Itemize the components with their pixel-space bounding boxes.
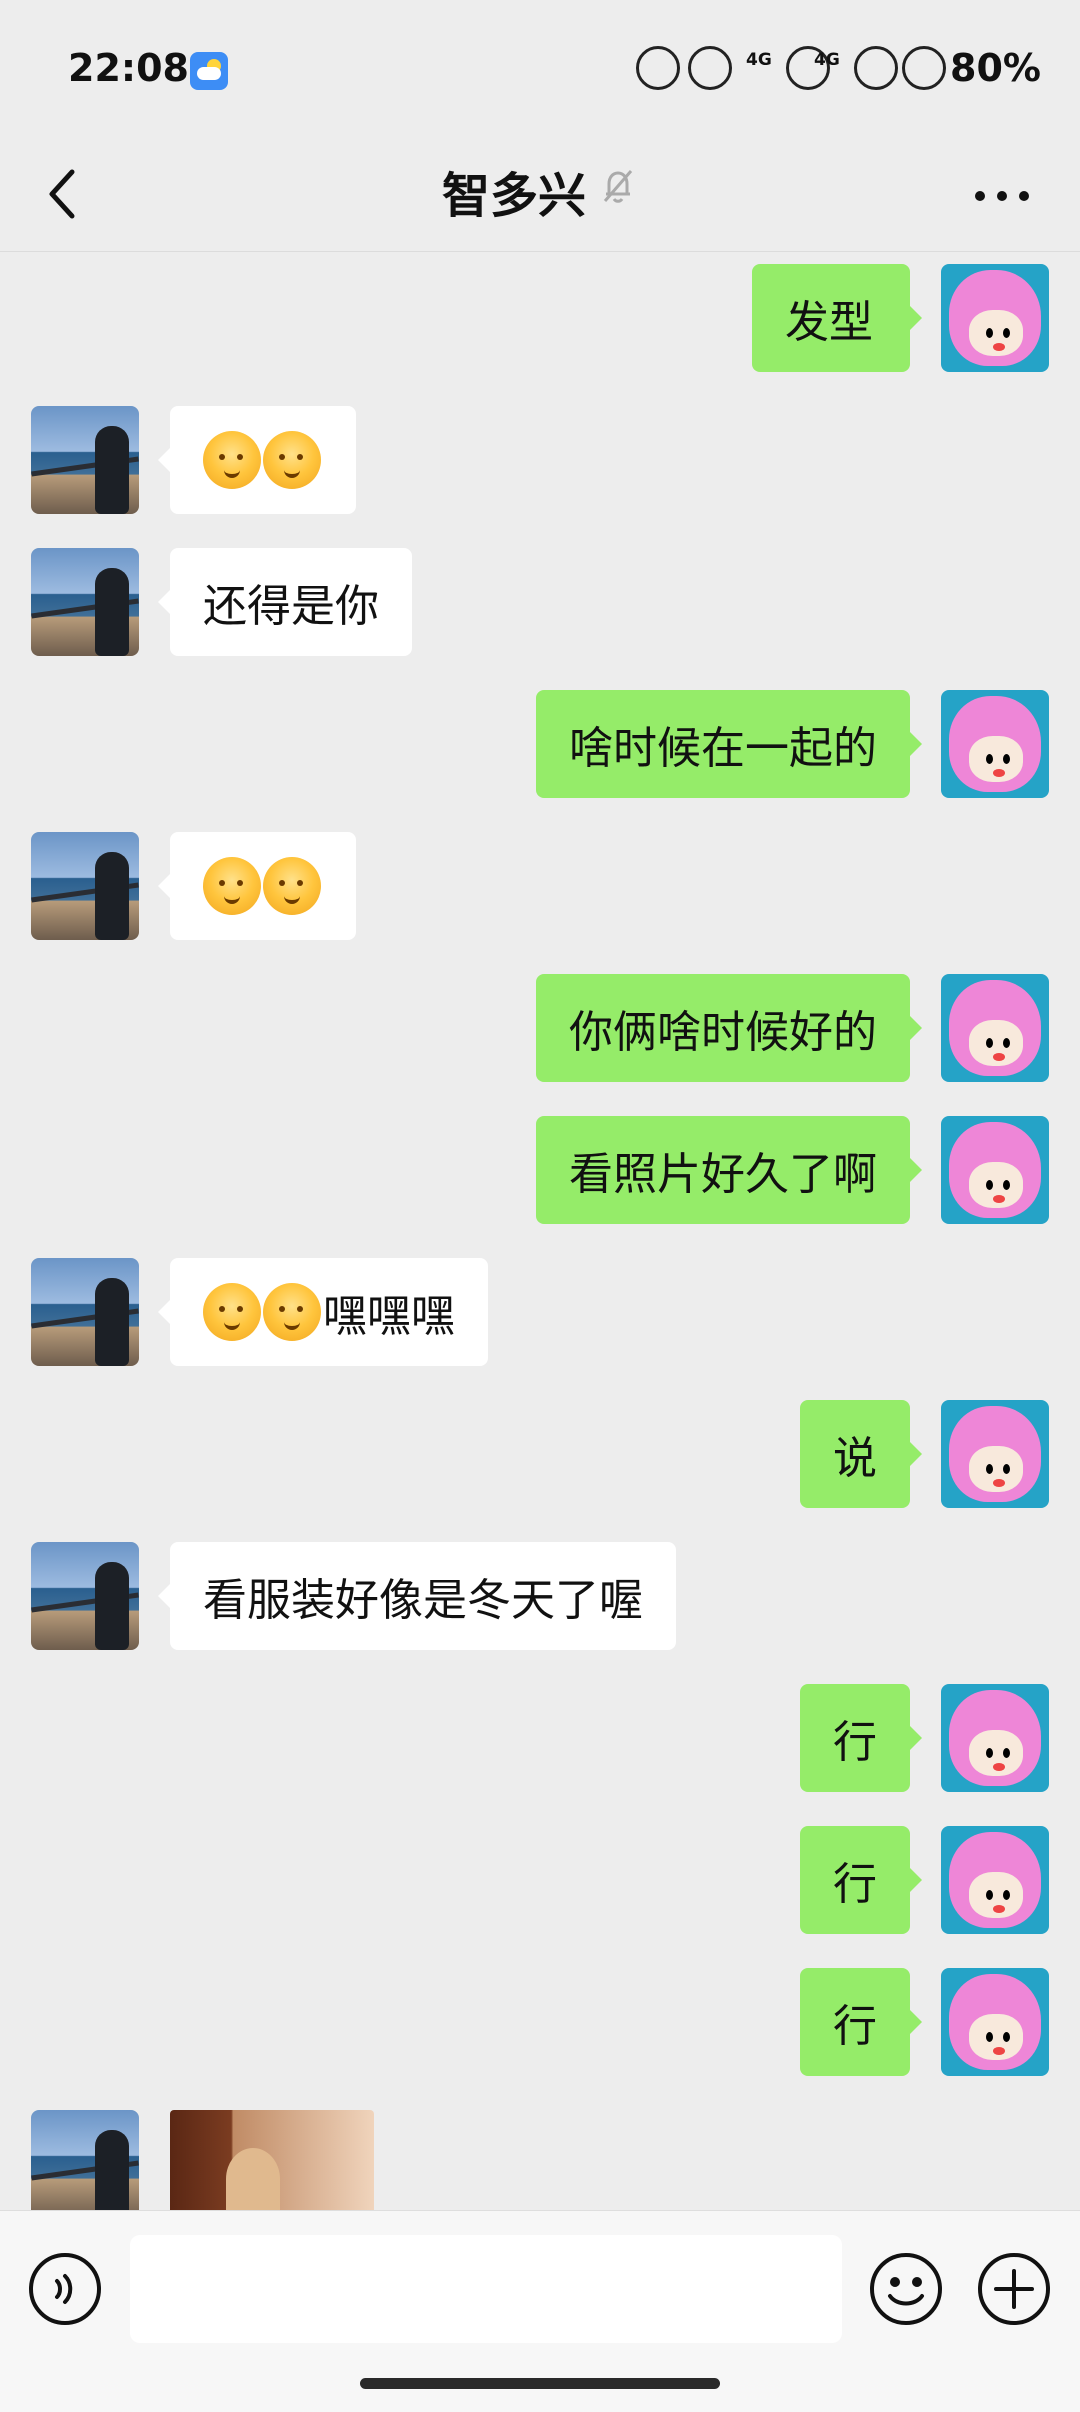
contact-avatar[interactable] — [31, 1258, 139, 1366]
emoji-icon — [263, 857, 321, 915]
my-avatar[interactable] — [941, 974, 1049, 1082]
contact-avatar[interactable] — [31, 406, 139, 514]
emoji-icon — [263, 1283, 321, 1341]
outgoing-message-bubble[interactable]: 发型 — [752, 264, 922, 372]
home-indicator[interactable] — [360, 2378, 720, 2389]
chat-header: 智多兴 — [0, 140, 1080, 252]
cloud-icon — [197, 67, 221, 80]
weather-icon — [190, 52, 228, 90]
incoming-image-message[interactable] — [170, 2110, 374, 2210]
status-bar: 22:08 4G 4G 80% — [0, 0, 1080, 140]
voice-icon — [29, 2253, 101, 2325]
outgoing-message-bubble[interactable]: 看照片好久了啊 — [536, 1116, 922, 1224]
my-avatar[interactable] — [941, 1968, 1049, 2076]
dog-image-thumbnail — [226, 2148, 280, 2210]
message-text: 嘿嘿嘿 — [323, 1291, 455, 1342]
emoji-button[interactable] — [868, 2251, 944, 2327]
plus-button[interactable] — [976, 2251, 1052, 2327]
battery-percentage: 80% — [950, 46, 1041, 90]
emoji-icon — [263, 431, 321, 489]
outgoing-message-bubble[interactable]: 行 — [800, 1684, 922, 1792]
contact-avatar[interactable] — [31, 1542, 139, 1650]
my-avatar[interactable] — [941, 690, 1049, 798]
status-icons: 4G 4G — [636, 44, 946, 92]
battery-icon — [902, 46, 946, 90]
sticker-status-icon — [688, 46, 732, 90]
outgoing-message-bubble[interactable]: 说 — [800, 1400, 922, 1508]
signal-icon — [854, 46, 898, 90]
incoming-message-bubble[interactable]: 看服装好像是冬天了喔 — [158, 1542, 676, 1650]
contact-avatar[interactable] — [31, 2110, 139, 2218]
outgoing-message-bubble[interactable]: 啥时候在一起的 — [536, 690, 922, 798]
sticker-status-icon — [636, 46, 680, 90]
voice-button[interactable] — [27, 2251, 103, 2327]
chevron-left-icon — [49, 169, 75, 219]
my-avatar[interactable] — [941, 1400, 1049, 1508]
my-avatar[interactable] — [941, 1684, 1049, 1792]
outgoing-message-bubble[interactable]: 行 — [800, 1826, 922, 1934]
incoming-emoji-message[interactable] — [158, 832, 356, 940]
message-input[interactable] — [130, 2235, 842, 2343]
plus-icon — [978, 2253, 1050, 2325]
emoji-icon — [203, 1283, 261, 1341]
emoji-icon — [203, 857, 261, 915]
chat-title: 智多兴 — [442, 168, 587, 224]
emoji-icon — [870, 2253, 942, 2325]
my-avatar[interactable] — [941, 264, 1049, 372]
network-label-4g: 4G — [814, 50, 840, 70]
my-avatar[interactable] — [941, 1826, 1049, 1934]
incoming-emoji-message[interactable]: 嘿嘿嘿 — [158, 1258, 488, 1366]
more-options-button[interactable] — [966, 160, 1038, 232]
bell-muted-icon — [596, 164, 640, 208]
back-button[interactable] — [30, 158, 102, 230]
incoming-message-bubble[interactable]: 还得是你 — [158, 548, 412, 656]
network-label-4g: 4G — [746, 50, 772, 70]
status-time: 22:08 — [68, 46, 189, 90]
incoming-emoji-message[interactable] — [158, 406, 356, 514]
outgoing-message-bubble[interactable]: 行 — [800, 1968, 922, 2076]
my-avatar[interactable] — [941, 1116, 1049, 1224]
contact-avatar[interactable] — [31, 548, 139, 656]
outgoing-message-bubble[interactable]: 你俩啥时候好的 — [536, 974, 922, 1082]
contact-avatar[interactable] — [31, 832, 139, 940]
more-horizontal-icon — [975, 191, 1029, 201]
emoji-icon — [203, 431, 261, 489]
